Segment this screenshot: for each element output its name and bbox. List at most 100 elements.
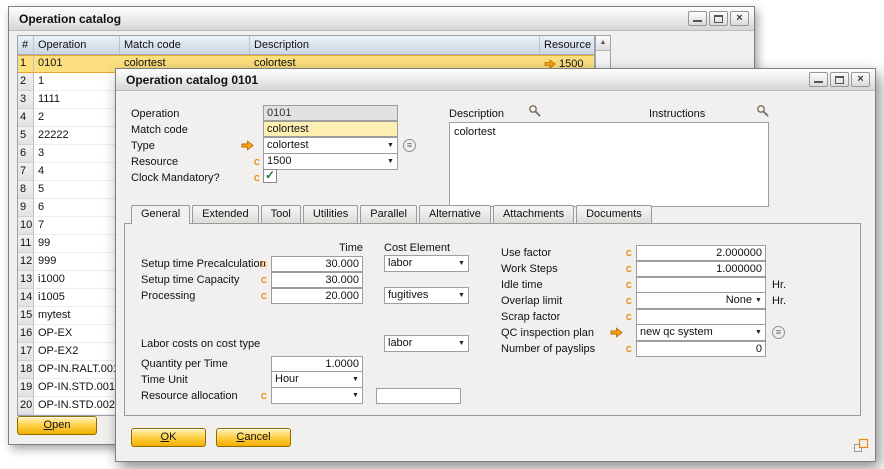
- processing-label: Processing: [141, 289, 195, 304]
- cell-operation: mytest: [34, 307, 120, 325]
- cancel-button-label: Cancel: [217, 429, 290, 445]
- chevron-down-icon: ▼: [456, 256, 467, 271]
- resize-grip-icon[interactable]: [853, 438, 869, 457]
- catalog-window-title: Operation catalog: [19, 7, 121, 31]
- work-steps-field[interactable]: 1.000000: [636, 261, 766, 277]
- magnifier-icon[interactable]: [756, 104, 770, 118]
- idle-time-label: Idle time: [501, 278, 543, 293]
- number-of-payslips-label: Number of payslips: [501, 342, 595, 357]
- minimize-icon[interactable]: [809, 72, 828, 87]
- resource-select[interactable]: 1500 ▼: [263, 153, 398, 170]
- quantity-per-time-field[interactable]: 1.0000: [271, 356, 363, 372]
- chevron-down-icon: ▼: [385, 154, 396, 169]
- overlap-limit-select[interactable]: None ▼: [636, 292, 766, 309]
- row-number: 3: [18, 91, 34, 109]
- qc-inspection-plan-select[interactable]: new qc system ▼: [636, 324, 766, 341]
- chevron-down-icon: ▼: [753, 293, 764, 308]
- link-arrow-icon[interactable]: [241, 140, 255, 152]
- cell-operation: OP-IN.STD.001: [34, 379, 120, 397]
- minimize-icon[interactable]: [688, 11, 707, 26]
- processing-cost-select[interactable]: fugitives ▼: [384, 287, 469, 304]
- cell-operation: 22222: [34, 127, 120, 145]
- field-changed-icon: C: [261, 389, 270, 405]
- row-number: 5: [18, 127, 34, 145]
- chevron-down-icon: ▼: [753, 325, 764, 340]
- work-steps-label: Work Steps: [501, 262, 558, 277]
- combo-value: new qc system: [640, 325, 752, 340]
- maximize-icon[interactable]: [709, 11, 728, 26]
- row-number: 18: [18, 361, 34, 379]
- field-changed-icon: C: [261, 257, 270, 273]
- tab-bar: General Extended Tool Utilities Parallel…: [131, 205, 654, 224]
- tab-attachments[interactable]: Attachments: [493, 205, 574, 223]
- processing-time-field[interactable]: 20.000: [271, 288, 363, 304]
- field-changed-icon: C: [626, 310, 635, 326]
- ok-button-label: OK: [132, 429, 205, 445]
- clock-mandatory-checkbox[interactable]: ✓: [263, 169, 277, 183]
- tab-general[interactable]: General: [131, 205, 190, 224]
- tab-tool[interactable]: Tool: [261, 205, 301, 223]
- window-controls: ×: [688, 11, 749, 26]
- tab-utilities[interactable]: Utilities: [303, 205, 358, 223]
- row-number: 7: [18, 163, 34, 181]
- tab-documents[interactable]: Documents: [576, 205, 652, 223]
- field-changed-icon: C: [626, 246, 635, 262]
- column-header-description[interactable]: Description: [250, 36, 540, 54]
- description-textarea[interactable]: colortest: [449, 122, 769, 207]
- column-header-operation[interactable]: Operation: [34, 36, 120, 54]
- use-factor-field[interactable]: 2.000000: [636, 245, 766, 261]
- magnifier-icon[interactable]: [528, 104, 542, 118]
- idle-time-field[interactable]: [636, 277, 766, 293]
- row-number: 8: [18, 181, 34, 199]
- use-factor-label: Use factor: [501, 246, 551, 261]
- cost-element-column-header: Cost Element: [384, 241, 450, 256]
- cell-operation: 2: [34, 109, 120, 127]
- time-unit-select[interactable]: Hour ▼: [271, 371, 363, 388]
- labor-costs-label: Labor costs on cost type: [141, 337, 260, 352]
- tab-extended[interactable]: Extended: [192, 205, 258, 223]
- setup-precalc-time-field[interactable]: 30.000: [271, 256, 363, 272]
- labor-costs-select[interactable]: labor ▼: [384, 335, 469, 352]
- setup-capacity-time-field[interactable]: 30.000: [271, 272, 363, 288]
- resource-allocation-extra-field[interactable]: [376, 388, 461, 404]
- column-header-num[interactable]: #: [18, 36, 34, 54]
- match-code-label: Match code: [131, 123, 188, 138]
- resource-allocation-select[interactable]: ▼: [271, 387, 363, 404]
- resource-label: Resource: [131, 155, 178, 170]
- catalog-titlebar: Operation catalog ×: [9, 7, 754, 31]
- column-header-match-code[interactable]: Match code: [120, 36, 250, 54]
- row-number: 6: [18, 145, 34, 163]
- combo-edit-icon[interactable]: ≡: [772, 326, 785, 339]
- maximize-icon[interactable]: [830, 72, 849, 87]
- row-number: 16: [18, 325, 34, 343]
- dialog-window-title: Operation catalog 0101: [126, 69, 258, 91]
- qc-inspection-plan-label: QC inspection plan: [501, 326, 594, 341]
- time-column-header: Time: [271, 241, 363, 256]
- column-header-resource[interactable]: Resource: [540, 36, 594, 54]
- operation-detail-dialog: Operation catalog 0101 × Operation 0101 …: [115, 68, 876, 462]
- type-select[interactable]: colortest ▼: [263, 137, 398, 154]
- close-icon[interactable]: ×: [730, 11, 749, 26]
- scrap-factor-label: Scrap factor: [501, 310, 560, 325]
- cell-operation: 99: [34, 235, 120, 253]
- idle-time-unit-label: Hr.: [772, 278, 786, 293]
- row-number: 14: [18, 289, 34, 307]
- resource-allocation-label: Resource allocation: [141, 389, 238, 404]
- combo-value: Hour: [275, 372, 349, 387]
- link-arrow-icon[interactable]: [610, 327, 624, 339]
- number-of-payslips-field[interactable]: 0: [636, 341, 766, 357]
- match-code-field[interactable]: colortest: [263, 121, 398, 137]
- tab-parallel[interactable]: Parallel: [360, 205, 417, 223]
- tab-alternative[interactable]: Alternative: [419, 205, 491, 223]
- open-button[interactable]: Open: [17, 416, 97, 435]
- setup-precalc-cost-select[interactable]: labor ▼: [384, 255, 469, 272]
- scroll-up-icon[interactable]: ▲: [596, 36, 610, 51]
- ok-button[interactable]: OK: [131, 428, 206, 447]
- clock-mandatory-label: Clock Mandatory?: [131, 171, 220, 186]
- cancel-button[interactable]: Cancel: [216, 428, 291, 447]
- scrap-factor-field[interactable]: [636, 309, 766, 325]
- combo-edit-icon[interactable]: ≡: [403, 139, 416, 152]
- close-icon[interactable]: ×: [851, 72, 870, 87]
- cell-operation: 4: [34, 163, 120, 181]
- table-header-row: # Operation Match code Description Resou…: [18, 36, 594, 55]
